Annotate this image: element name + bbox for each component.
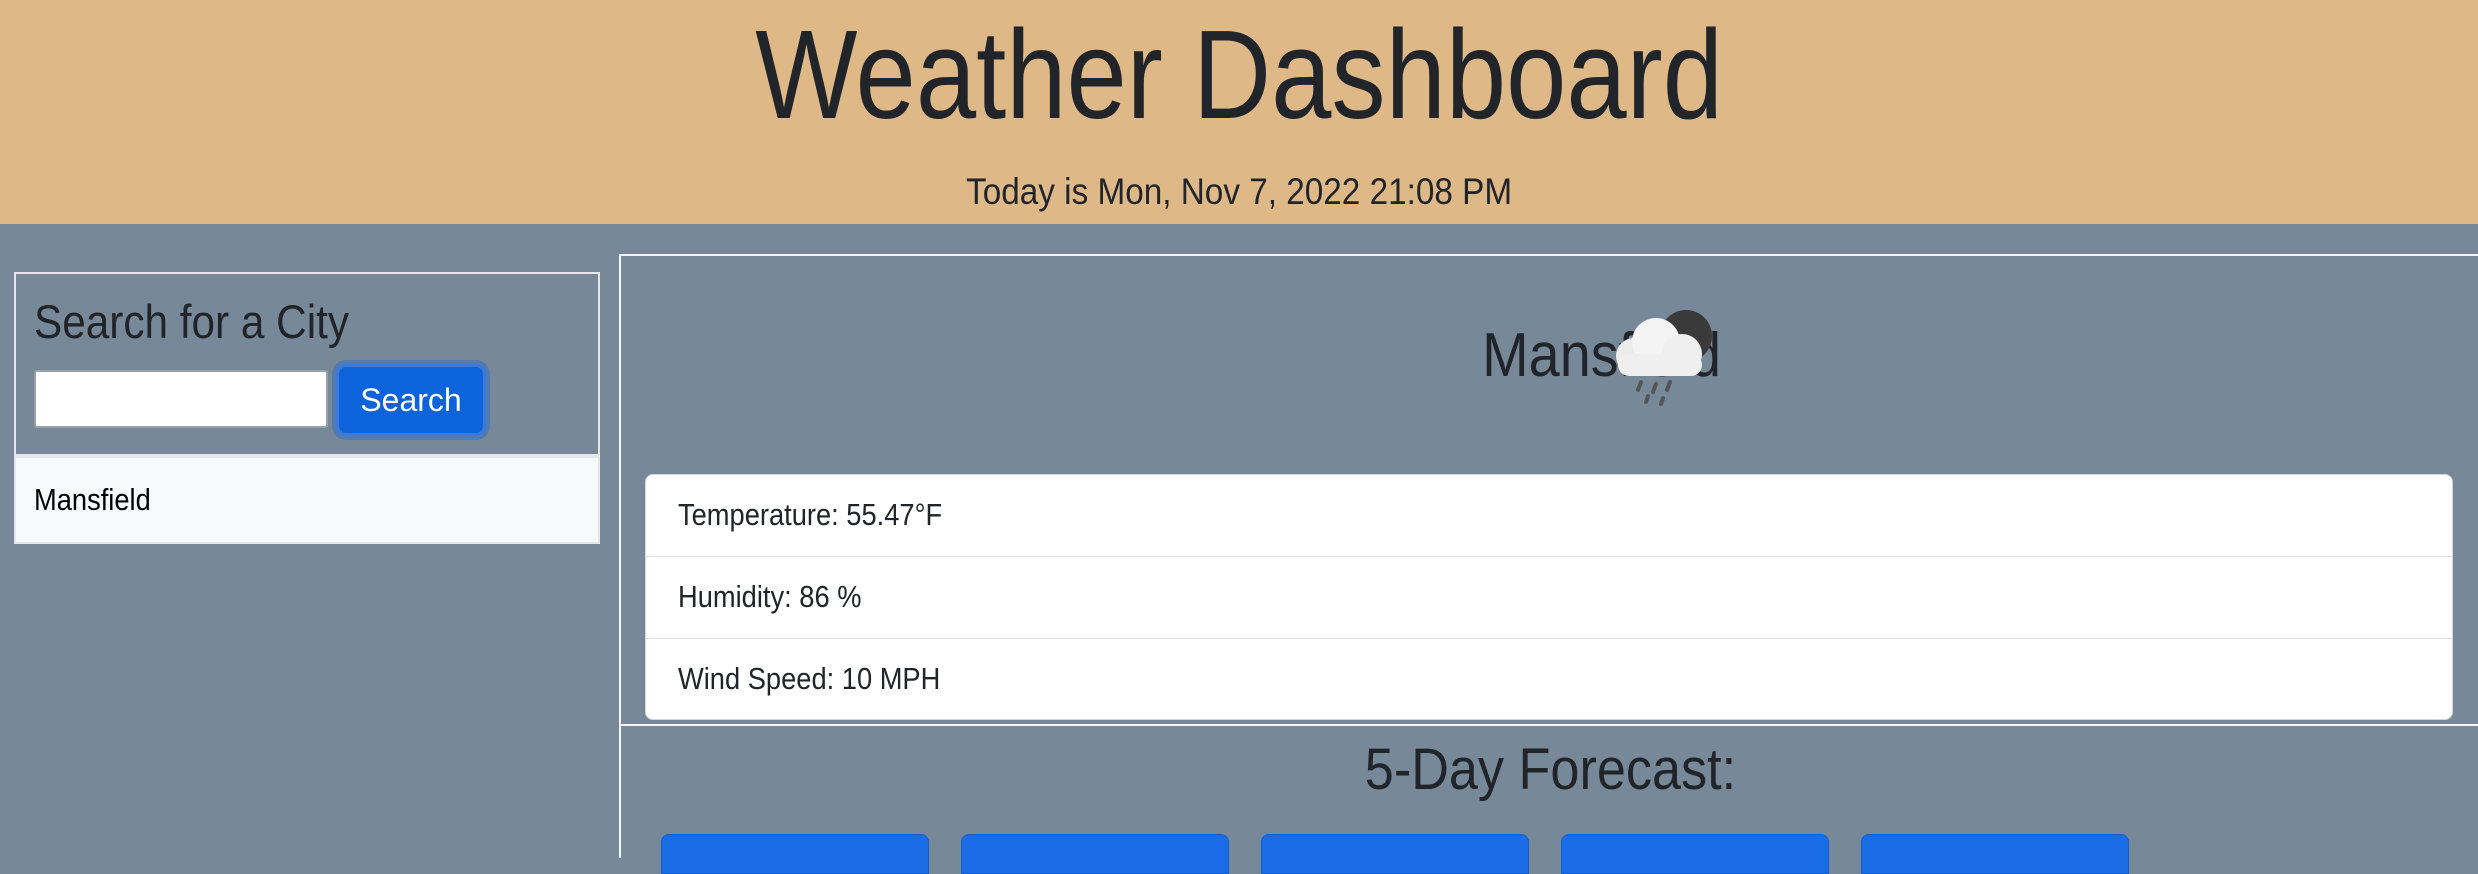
city-name: Mansfield [1482, 321, 1721, 390]
history-item-mansfield[interactable]: Mansfield [34, 478, 151, 522]
forecast-card-day-4 [1561, 834, 1829, 874]
cloud-rain-night-icon [1616, 310, 1712, 406]
page-title: Weather Dashboard [755, 4, 1724, 145]
search-heading: Search for a City [34, 295, 350, 348]
forecast-heading: 5-Day Forecast: [1364, 737, 1737, 802]
current-weather-details: Temperature: 55.47°F Humidity: 86 % Wind… [645, 474, 2453, 720]
temperature-row: Temperature: 55.47°F [646, 475, 2452, 557]
humidity-value: Humidity: 86 % [678, 579, 862, 614]
forecast-card-day-5 [1861, 834, 2129, 874]
search-button[interactable]: Search [336, 364, 486, 436]
forecast-card-day-2 [961, 834, 1229, 874]
humidity-row: Humidity: 86 % [646, 557, 2452, 639]
search-history-list: Mansfield [14, 456, 600, 544]
current-date: Today is Mon, Nov 7, 2022 21:08 PM [966, 171, 1513, 212]
wind-speed-value: Wind Speed: 10 MPH [678, 661, 941, 696]
city-search-input[interactable] [34, 370, 328, 428]
header-banner: Weather Dashboard Today is Mon, Nov 7, 2… [0, 0, 2478, 224]
search-panel: Search for a City Search [14, 272, 600, 456]
wind-speed-row: Wind Speed: 10 MPH [646, 639, 2452, 719]
temperature-value: Temperature: 55.47°F [678, 497, 943, 532]
forecast-panel: 5-Day Forecast: [619, 724, 2478, 874]
forecast-card-day-3 [1261, 834, 1529, 874]
forecast-card-day-1 [661, 834, 929, 874]
current-weather-panel: Mansfield Temperature: 55.47°F Humidity:… [619, 254, 2478, 724]
